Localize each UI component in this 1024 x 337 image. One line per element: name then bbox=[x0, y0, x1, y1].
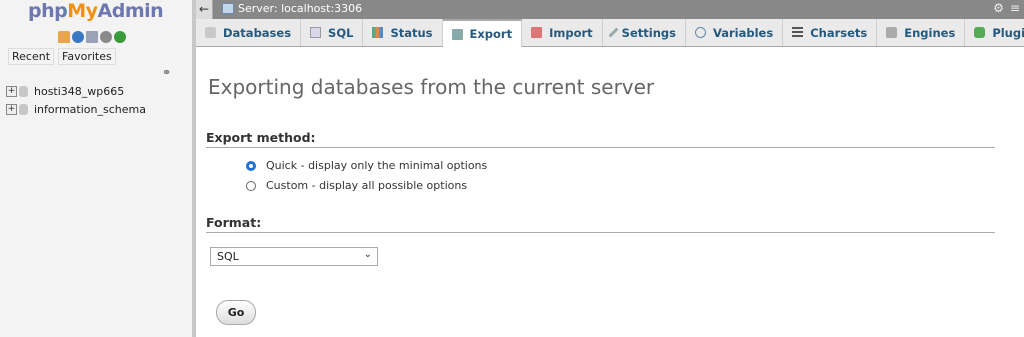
favorites-tab[interactable]: Favorites bbox=[58, 48, 116, 65]
tab-import[interactable]: Import bbox=[522, 19, 603, 46]
quick-option-label[interactable]: Quick - display only the minimal options bbox=[266, 159, 487, 172]
tab-status[interactable]: Status bbox=[363, 19, 443, 46]
quick-radio[interactable] bbox=[246, 160, 256, 171]
settings-icon[interactable] bbox=[100, 31, 112, 43]
export-method-heading: Export method: bbox=[206, 130, 995, 148]
quick-option[interactable]: Quick - display only the minimal options bbox=[246, 159, 487, 172]
breadcrumb[interactable]: Server: localhost:3306 bbox=[222, 2, 362, 15]
format-select[interactable]: SQL ⌄ bbox=[210, 247, 378, 266]
top-breadcrumb-bar: ← Server: localhost:3306 ⚙ ≡ bbox=[196, 0, 1024, 19]
database-icon bbox=[205, 27, 216, 38]
custom-radio[interactable] bbox=[246, 180, 256, 191]
tab-variables[interactable]: Variables bbox=[686, 19, 784, 46]
recent-tab[interactable]: Recent bbox=[8, 48, 55, 65]
database-name[interactable]: information_schema bbox=[34, 103, 146, 116]
tab-label: Charsets bbox=[810, 25, 868, 40]
tab-label: Databases bbox=[223, 25, 292, 40]
go-button[interactable]: Go bbox=[216, 300, 256, 325]
tab-label: Import bbox=[549, 25, 593, 40]
database-icon bbox=[19, 103, 28, 115]
server-tabs: Databases SQL Status Export Import Setti… bbox=[196, 19, 1024, 47]
back-arrow-icon[interactable]: ← bbox=[196, 0, 213, 19]
tab-label: Status bbox=[390, 25, 433, 40]
variables-icon bbox=[694, 27, 706, 38]
tab-charsets[interactable]: Charsets bbox=[783, 19, 878, 46]
wrench-icon bbox=[608, 27, 619, 38]
database-tree: + hosti348_wp665 + information_schema bbox=[6, 82, 146, 118]
tab-databases[interactable]: Databases bbox=[196, 19, 302, 46]
link-with-main-panel-icon[interactable]: ⚭ bbox=[162, 66, 171, 79]
tab-label: Engines bbox=[904, 25, 956, 40]
tab-settings[interactable]: Settings bbox=[603, 19, 686, 46]
database-tree-item[interactable]: + information_schema bbox=[6, 100, 146, 118]
expand-icon[interactable]: + bbox=[6, 103, 17, 115]
topbar-controls: ⚙ ≡ bbox=[993, 1, 1020, 15]
expand-icon[interactable]: + bbox=[6, 85, 17, 97]
tab-plugins[interactable]: Plugins bbox=[965, 19, 1024, 46]
server-icon bbox=[222, 3, 234, 14]
status-icon bbox=[372, 27, 384, 38]
charsets-icon bbox=[792, 27, 804, 38]
engines-icon bbox=[886, 27, 898, 38]
tab-label: Plugins bbox=[992, 25, 1024, 40]
phpmyadmin-logo[interactable]: phpMyAdmin bbox=[28, 0, 164, 22]
tab-export[interactable]: Export bbox=[442, 19, 523, 47]
navigation-sidebar: phpMyAdmin Recent Favorites ⚭ + hosti348… bbox=[0, 0, 193, 337]
custom-option[interactable]: Custom - display all possible options bbox=[246, 179, 467, 192]
format-heading: Format: bbox=[206, 215, 995, 233]
tab-label: Variables bbox=[712, 25, 774, 40]
server-breadcrumb-label[interactable]: Server: localhost:3306 bbox=[238, 2, 362, 15]
database-icon bbox=[19, 85, 28, 97]
tab-label: Settings bbox=[621, 25, 676, 40]
logo-my: My bbox=[67, 0, 98, 22]
format-selected-value: SQL bbox=[217, 250, 239, 263]
recent-favorites-tabs: Recent Favorites bbox=[8, 48, 116, 65]
docs-icon[interactable] bbox=[86, 31, 98, 43]
database-name[interactable]: hosti348_wp665 bbox=[34, 85, 124, 98]
home-icon[interactable] bbox=[58, 31, 70, 43]
tab-label: SQL bbox=[328, 25, 354, 40]
page-title: Exporting databases from the current ser… bbox=[208, 75, 655, 99]
main-content: Exporting databases from the current ser… bbox=[196, 47, 1024, 337]
tab-engines[interactable]: Engines bbox=[877, 19, 966, 46]
reload-icon[interactable] bbox=[114, 31, 126, 43]
logout-icon[interactable] bbox=[72, 31, 84, 43]
logo-admin: Admin bbox=[97, 0, 164, 22]
tab-sql[interactable]: SQL bbox=[301, 19, 364, 46]
chevron-down-icon: ⌄ bbox=[363, 249, 372, 260]
database-tree-item[interactable]: + hosti348_wp665 bbox=[6, 82, 146, 100]
plugins-icon bbox=[974, 27, 986, 38]
collapse-icon[interactable]: ≡ bbox=[1010, 1, 1020, 15]
custom-option-label[interactable]: Custom - display all possible options bbox=[266, 179, 467, 192]
tab-label: Export bbox=[469, 27, 513, 41]
gear-icon[interactable]: ⚙ bbox=[993, 1, 1004, 15]
export-icon bbox=[451, 28, 463, 40]
sql-icon bbox=[310, 27, 322, 38]
import-icon bbox=[531, 27, 543, 38]
logo-php: php bbox=[28, 0, 68, 22]
nav-icon-bar bbox=[58, 31, 126, 45]
